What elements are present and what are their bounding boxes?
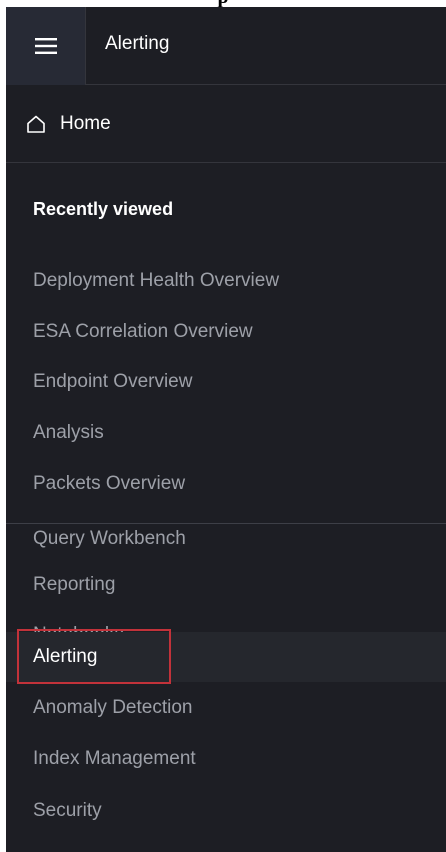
app-title: Alerting — [105, 33, 170, 54]
recent-item-endpoint-overview[interactable]: Endpoint Overview — [6, 357, 446, 407]
side-navigation-panel: Alerting Home Recently viewed Deployment… — [6, 7, 446, 852]
recent-item-esa-correlation-overview[interactable]: ESA Correlation Overview — [6, 307, 446, 357]
home-label: Home — [60, 113, 111, 134]
recent-item-deployment-health-overview[interactable]: Deployment Health Overview — [6, 256, 446, 306]
recently-viewed-heading: Recently viewed — [33, 199, 174, 219]
plugin-item-security[interactable]: Security — [6, 786, 446, 836]
page-label: p — [217, 0, 228, 7]
plugin-item-anomaly-detection[interactable]: Anomaly Detection — [6, 683, 446, 733]
plugin-item-alerting[interactable]: Alerting — [6, 632, 446, 682]
plugin-item-reporting[interactable]: Reporting — [6, 560, 446, 610]
menu-toggle-button[interactable] — [6, 7, 86, 85]
hamburger-icon — [34, 38, 57, 54]
recent-item-packets-overview[interactable]: Packets Overview — [6, 459, 446, 509]
plugin-item-index-management[interactable]: Index Management — [6, 734, 446, 784]
plugin-item-query-workbench[interactable]: Query Workbench — [6, 524, 446, 560]
recent-item-analysis[interactable]: Analysis — [6, 408, 446, 458]
home-icon — [26, 114, 46, 134]
home-link[interactable]: Home — [6, 86, 446, 163]
document-page-header: p — [0, 0, 446, 7]
top-bar: Alerting — [6, 7, 446, 85]
